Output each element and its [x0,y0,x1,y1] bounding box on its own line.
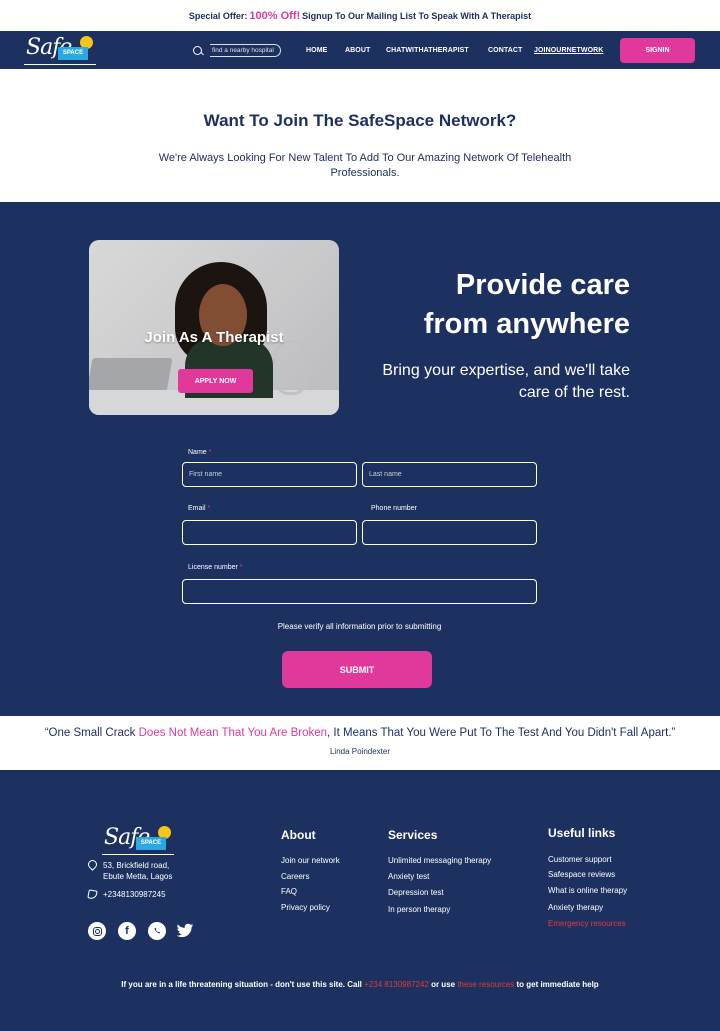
disclaimer-text-c: to get immediate help [514,980,599,989]
required-mark: * [239,564,243,571]
required-mark: * [207,505,211,512]
footer-link-online-therapy[interactable]: What is online therapy [548,886,627,895]
search-input[interactable]: find a nearby hospital [210,44,281,57]
footer-link-in-person-therapy[interactable]: In person therapy [388,905,450,914]
footer-logo-box: SPACE [136,837,166,850]
facebook-icon[interactable]: f [118,922,136,940]
footer-link-reviews[interactable]: Safespace reviews [548,870,615,879]
email-label: Email * [188,505,210,512]
footer-link-anxiety-test[interactable]: Anxiety test [388,872,429,881]
logo-box: SPACE [58,47,88,60]
last-name-input[interactable]: Last name [362,462,537,487]
logo[interactable]: Safe SPACE [24,33,98,67]
promo-bar: Special Offer: 100% Off! Signup To Our M… [0,0,720,31]
submit-button[interactable]: SUBMIT [282,651,432,688]
page-subtitle: We're Always Looking For New Talent To A… [158,152,572,179]
footer-link-careers[interactable]: Careers [281,872,309,881]
logo-underline [24,64,96,65]
license-label: License number * [188,564,243,571]
nav-home[interactable]: HOME [306,47,327,54]
apply-now-button[interactable]: APPLY NOW [178,369,253,393]
footer-logo[interactable]: Safe SPACE [102,823,176,857]
address-line1: 53, Brickfield road, [103,861,170,870]
disclaimer-phone[interactable]: +234 8130987242 [364,980,429,989]
disclaimer-text-b: or use [428,980,458,989]
quote-rest: , It Means That You Were Put To The Test… [327,727,676,739]
first-name-input[interactable]: First name [182,462,357,487]
footer [0,770,720,1031]
whatsapp-icon[interactable] [148,922,166,940]
useful-links-title: Useful links [548,826,616,840]
promo-prefix: Special Offer: [188,10,248,21]
instagram-glyph [92,926,102,936]
phone-label: Phone number [371,505,417,512]
quote-open: “One Small Crack [44,727,139,739]
quote-highlight: Does Not Mean That You Are Broken [138,727,328,739]
hero-heading-line2: from anywhere [423,308,630,340]
page-title: Want To Join The SafeSpace Network? [203,111,517,130]
nav-contact[interactable]: CONTACT [488,47,522,54]
whatsapp-glyph [154,927,161,934]
phone-icon [87,889,98,900]
email-field[interactable] [182,520,357,545]
nav-about[interactable]: ABOUT [345,47,370,54]
hospital-search[interactable]: find a nearby hospital [192,44,281,57]
footer-logo-underline [102,854,174,855]
hero-heading-line1: Provide care [455,269,630,301]
emergency-disclaimer: If you are in a life threatening situati… [0,980,720,989]
hero-tagline: Bring your expertise, and we'll take car… [382,362,630,401]
phone-field[interactable] [362,520,537,545]
disclaimer-text-a: If you are in a life threatening situati… [121,980,365,989]
quote-author: Linda Poindexter [329,747,391,756]
footer-phone[interactable]: +2348130987245 [87,889,166,900]
footer-link-messaging-therapy[interactable]: Unlimited messaging therapy [388,856,491,865]
footer-link-customer-support[interactable]: Customer support [548,855,612,864]
address-line2: Ebute Metta, Lagos [103,872,173,881]
twitter-icon[interactable] [176,922,194,940]
services-title: Services [388,828,438,842]
signin-button[interactable]: SIGNIN [620,38,695,63]
license-number-field[interactable] [182,579,537,604]
promo-highlight: 100% Off! [249,9,301,22]
name-label-text: Name [188,449,207,456]
footer-link-faq[interactable]: FAQ [281,887,297,896]
about-title: About [281,828,316,842]
card-title: Join As A Therapist [144,329,284,346]
license-label-text: License number [188,564,238,571]
quote: “One Small Crack Does Not Mean That You … [0,727,720,739]
twitter-glyph [176,923,194,938]
phone-number[interactable]: +2348130987245 [103,890,166,899]
nav-chat-with-a-therapist[interactable]: CHATWITHATHERAPIST [386,47,469,54]
disclaimer-resources-link[interactable]: these resources [457,980,514,989]
nav-join-our-network[interactable]: JOINOURNETWORK [534,47,603,54]
address: 53, Brickfield road, Ebute Metta, Lagos [88,860,172,882]
footer-link-join-network[interactable]: Join our network [281,856,340,865]
name-label: Name * [188,449,211,456]
footer-link-privacy[interactable]: Privacy policy [281,903,330,912]
footer-link-anxiety-therapy[interactable]: Anxiety therapy [548,903,603,912]
map-pin-icon [88,860,97,871]
email-label-text: Email [188,505,206,512]
footer-link-emergency-resources[interactable]: Emergency resources [548,919,626,928]
search-icon[interactable] [192,45,204,57]
instagram-icon[interactable] [88,922,106,940]
footer-link-depression-test[interactable]: Depression test [388,888,444,897]
verify-notice: Please verify all information prior to s… [277,622,442,631]
required-mark: * [208,449,212,456]
hero-heading: Provide care from anywhere [380,266,630,344]
promo-suffix[interactable]: Signup To Our Mailing List To Speak With… [302,11,531,21]
